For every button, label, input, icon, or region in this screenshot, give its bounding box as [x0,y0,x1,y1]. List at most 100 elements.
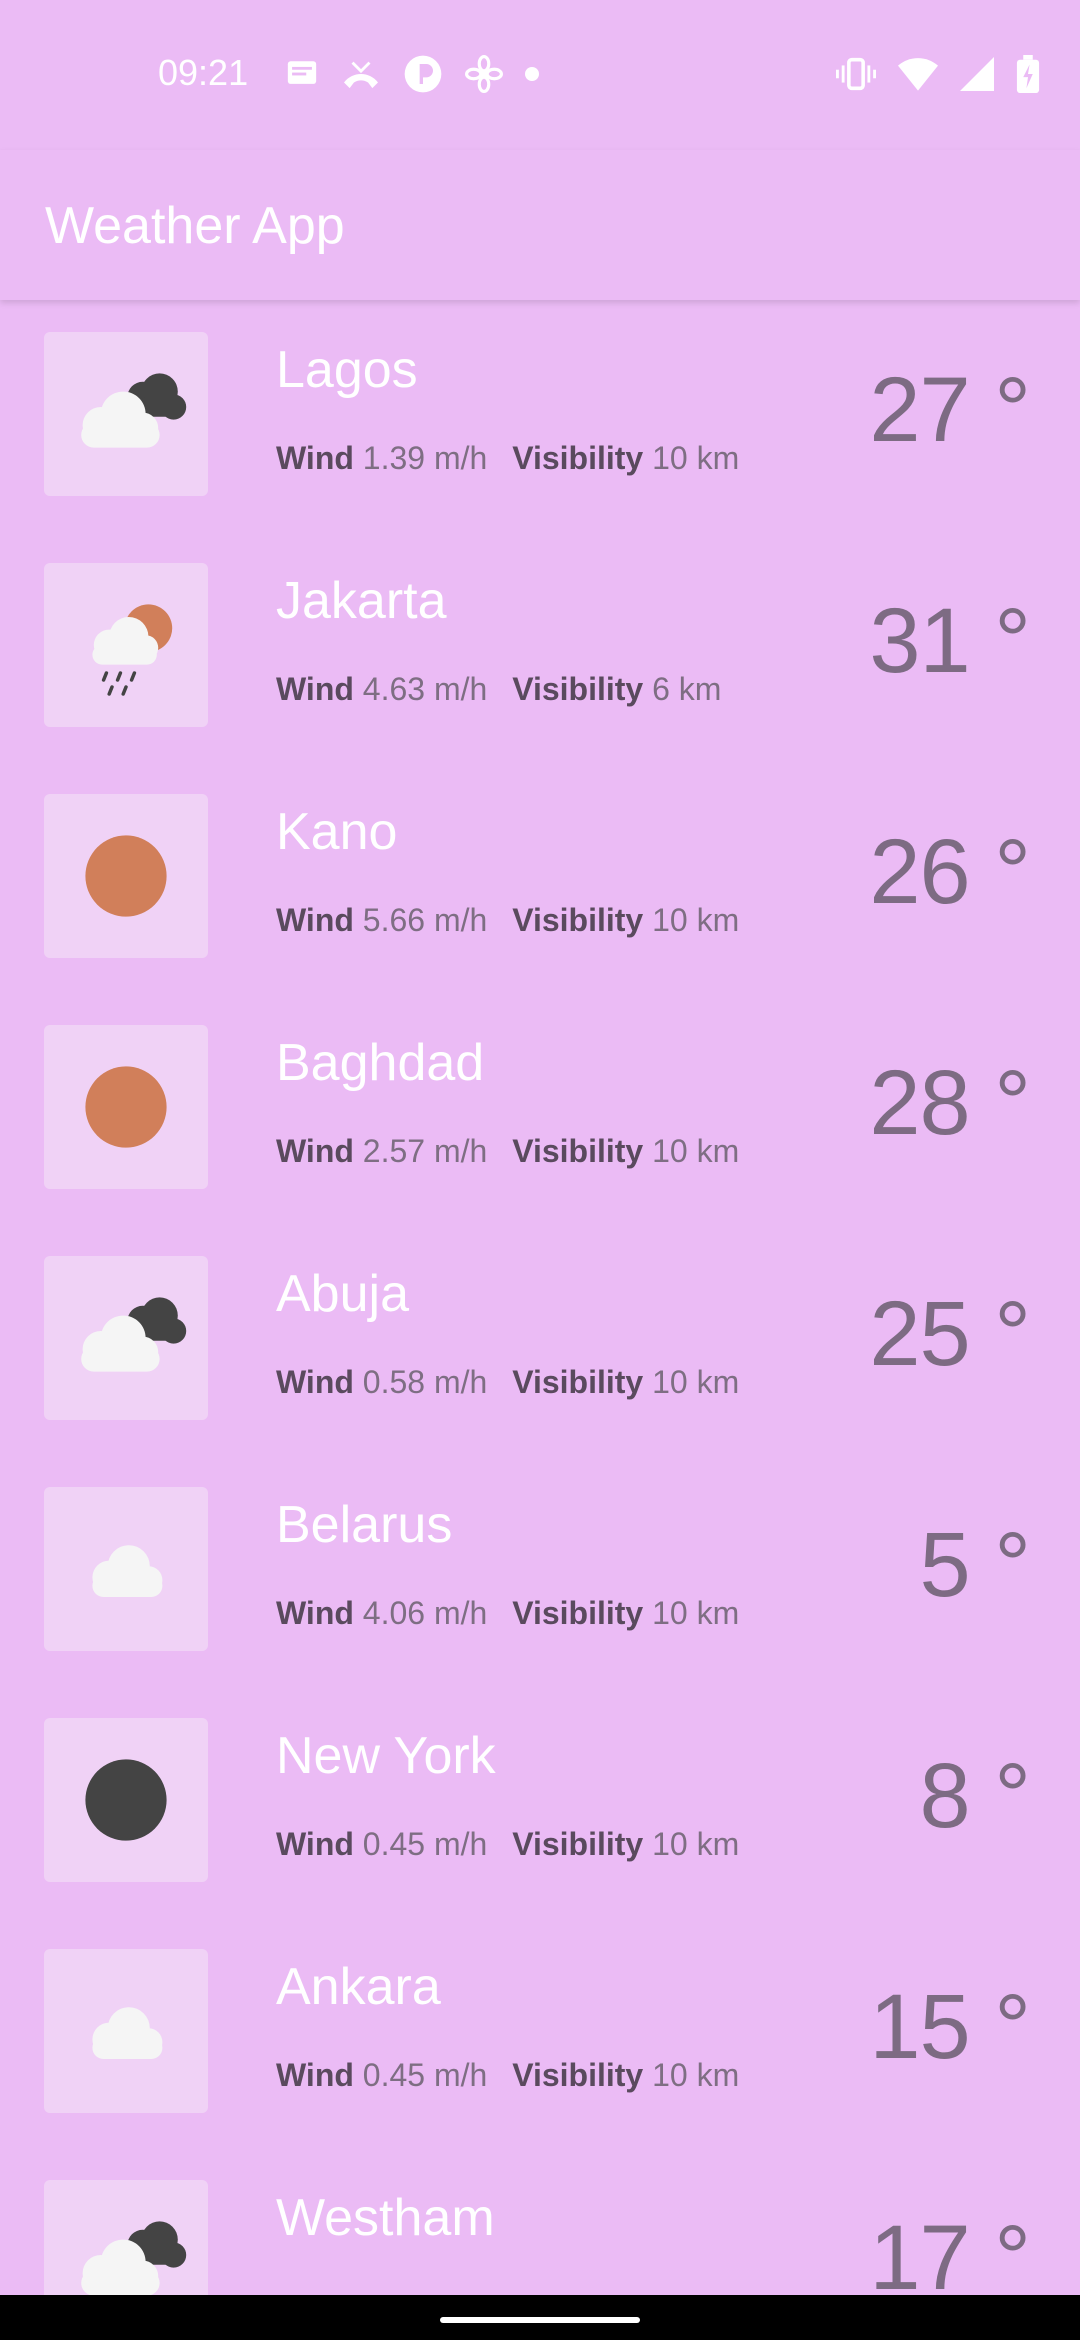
weather-thumbnail [44,332,208,496]
navigation-bar [0,2295,1080,2340]
city-name: Westham [276,2189,495,2247]
wind-label: Wind [276,902,354,938]
city-name: Kano [276,803,398,861]
app-title: Weather App [45,197,345,255]
moon-icon [85,1759,167,1841]
visibility-label: Visibility [512,1364,644,1400]
wind-label: Wind [276,1826,354,1862]
weather-details: Wind 0.58 m/h Visibility 10 km [276,1364,755,1401]
city-row[interactable]: Belarus Wind 4.06 m/h Visibility 10 km 5… [0,1455,1080,1686]
city-name: Belarus [276,1496,453,1554]
visibility-value: 10 km [652,1133,740,1169]
dot-icon [525,67,539,81]
cloud-icon [92,2007,163,2059]
city-row[interactable]: Lagos Wind 1.39 m/h Visibility 10 km 27 … [0,300,1080,531]
city-row[interactable]: Abuja Wind 0.58 m/h Visibility 10 km 25 … [0,1224,1080,1455]
cloudy-night-icon [81,373,187,448]
sun-icon [85,835,167,917]
visibility-label: Visibility [512,440,644,476]
weather-details: Wind 0.45 m/h Visibility 10 km [276,1826,755,1863]
weather-thumbnail [44,1949,208,2113]
temperature: 17 ° [869,2207,1031,2295]
weather-thumbnail [44,1718,208,1882]
visibility-label: Visibility [512,902,644,938]
missed-call-icon [344,61,378,89]
weather-details: Wind 0.45 m/h Visibility 10 km [276,2057,755,2094]
temperature: 5 ° [919,1514,1031,1616]
weather-details: Wind 5.66 m/h Visibility 10 km [276,902,755,939]
wind-value: 2.57 m/h [362,1133,488,1169]
cloudy-night-icon [81,2221,187,2295]
city-row[interactable]: Kano Wind 5.66 m/h Visibility 10 km 26 ° [0,762,1080,993]
cloud-icon [92,1545,163,1597]
visibility-label: Visibility [512,1133,644,1169]
city-row[interactable]: Ankara Wind 0.45 m/h Visibility 10 km 15… [0,1917,1080,2148]
city-row[interactable]: Westham 17 ° [0,2148,1080,2295]
temperature: 26 ° [869,821,1031,923]
visibility-value: 10 km [652,1826,740,1862]
weather-thumbnail [44,1256,208,1420]
temperature: 25 ° [869,1283,1031,1385]
visibility-value: 6 km [652,671,722,707]
wind-value: 0.45 m/h [362,1826,488,1862]
visibility-label: Visibility [512,2057,644,2093]
wind-label: Wind [276,671,354,707]
battery-charging-icon [1016,55,1040,93]
status-time: 09:21 [158,52,249,93]
city-name: Lagos [276,341,418,399]
city-row[interactable]: Jakarta Wind 4.63 m/h Visibility 6 km 31… [0,531,1080,762]
weather-thumbnail [44,563,208,727]
weather-details: Wind 1.39 m/h Visibility 10 km [276,440,755,477]
visibility-label: Visibility [512,1826,644,1862]
city-row[interactable]: New York Wind 0.45 m/h Visibility 10 km … [0,1686,1080,1917]
city-name: Abuja [276,1265,409,1323]
visibility-value: 10 km [652,1595,740,1631]
wind-value: 1.39 m/h [362,440,488,476]
city-name: Ankara [276,1958,441,2016]
signal-icon [960,57,994,91]
app-toolbar: Weather App [0,150,1080,300]
visibility-value: 10 km [652,440,740,476]
weather-details: Wind 4.06 m/h Visibility 10 km [276,1595,755,1632]
visibility-value: 10 km [652,902,740,938]
visibility-value: 10 km [652,2057,740,2093]
sun-icon [85,1066,167,1148]
weather-details: Wind 4.63 m/h Visibility 6 km [276,671,737,708]
wind-value: 0.45 m/h [362,2057,488,2093]
wind-label: Wind [276,1364,354,1400]
city-name: New York [276,1727,496,1785]
wind-value: 5.66 m/h [362,902,488,938]
city-name: Baghdad [276,1034,485,1092]
visibility-label: Visibility [512,671,644,707]
city-weather-list[interactable]: Lagos Wind 1.39 m/h Visibility 10 km 27 … [0,300,1080,2295]
fan-icon [465,55,503,93]
temperature: 31 ° [869,590,1031,692]
weather-thumbnail [44,1487,208,1651]
vibrate-icon [836,57,876,91]
wifi-icon [898,58,938,91]
temperature: 8 ° [919,1745,1031,1847]
temperature: 15 ° [869,1976,1031,2078]
temperature: 28 ° [869,1052,1031,1154]
visibility-label: Visibility [512,1595,644,1631]
weather-thumbnail [44,2180,208,2295]
cloudy-night-icon [81,1297,187,1372]
home-gesture-handle[interactable] [440,2317,640,2323]
message-icon [287,61,317,84]
status-bar: 09:21 [0,0,1080,150]
wind-label: Wind [276,440,354,476]
wind-value: 4.06 m/h [362,1595,488,1631]
weather-thumbnail [44,1025,208,1189]
visibility-value: 10 km [652,1364,740,1400]
app-icon [404,55,442,93]
wind-label: Wind [276,1133,354,1169]
wind-value: 0.58 m/h [362,1364,488,1400]
wind-label: Wind [276,1595,354,1631]
city-row[interactable]: Baghdad Wind 2.57 m/h Visibility 10 km 2… [0,993,1080,1224]
weather-details: Wind 2.57 m/h Visibility 10 km [276,1133,755,1170]
city-name: Jakarta [276,572,447,630]
wind-label: Wind [276,2057,354,2093]
wind-value: 4.63 m/h [362,671,488,707]
weather-thumbnail [44,794,208,958]
rain-sun-icon [92,604,173,696]
